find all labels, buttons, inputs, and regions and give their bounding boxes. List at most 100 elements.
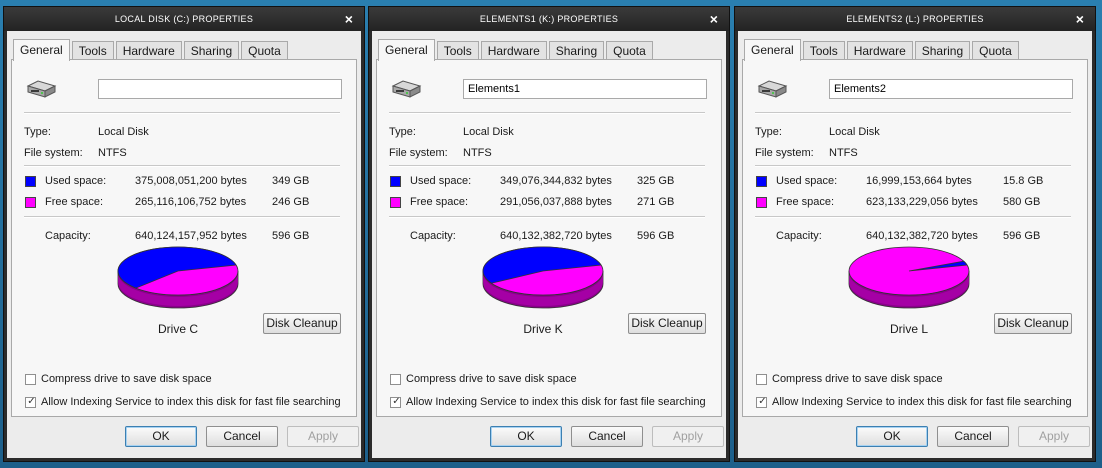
dialog-body: General Tools Hardware Sharing Quota Typ… bbox=[372, 31, 726, 458]
indexing-checkbox[interactable]: ✓ bbox=[25, 396, 36, 408]
disk-usage-pie-chart bbox=[117, 246, 239, 309]
tab-quota[interactable]: Quota bbox=[606, 41, 653, 60]
cancel-button[interactable]: Cancel bbox=[571, 426, 643, 447]
free-space-bytes: 623,133,229,056 bytes bbox=[866, 196, 978, 208]
tab-tools[interactable]: Tools bbox=[802, 41, 845, 60]
tab-hardware[interactable]: Hardware bbox=[480, 41, 547, 60]
tab-strip: General Tools Hardware Sharing Quota bbox=[744, 39, 1021, 61]
capacity-gb: 596 GB bbox=[1003, 230, 1041, 242]
tab-sharing[interactable]: Sharing bbox=[914, 41, 971, 60]
compress-label: Compress drive to save disk space bbox=[772, 373, 943, 385]
apply-button[interactable]: Apply bbox=[1018, 426, 1090, 447]
used-space-bytes: 349,076,344,832 bytes bbox=[500, 175, 612, 187]
capacity-label: Capacity: bbox=[45, 230, 91, 242]
used-space-gb: 15.8 GB bbox=[1003, 175, 1044, 187]
compress-label: Compress drive to save disk space bbox=[406, 373, 577, 385]
ok-button[interactable]: OK bbox=[125, 426, 197, 447]
ok-button[interactable]: OK bbox=[856, 426, 928, 447]
divider bbox=[389, 165, 705, 167]
general-panel: Type: Local Disk File system: NTFS Used … bbox=[376, 59, 722, 417]
title-bar[interactable]: ELEMENTS1 (K:) PROPERTIES × bbox=[369, 7, 729, 31]
free-space-swatch bbox=[390, 197, 401, 208]
capacity-bytes: 640,132,382,720 bytes bbox=[500, 230, 612, 242]
free-space-label: Free space: bbox=[776, 196, 835, 208]
drive-caption: Drive K bbox=[523, 322, 563, 336]
close-icon[interactable]: × bbox=[1073, 7, 1087, 31]
tab-general[interactable]: General bbox=[378, 39, 435, 61]
tab-quota[interactable]: Quota bbox=[241, 41, 288, 60]
free-space-gb: 580 GB bbox=[1003, 196, 1041, 208]
hard-drive-icon bbox=[757, 80, 788, 98]
tab-sharing[interactable]: Sharing bbox=[183, 41, 240, 60]
free-space-gb: 271 GB bbox=[637, 196, 675, 208]
cancel-button[interactable]: Cancel bbox=[937, 426, 1009, 447]
tab-quota[interactable]: Quota bbox=[972, 41, 1019, 60]
close-icon[interactable]: × bbox=[707, 7, 721, 31]
close-icon[interactable]: × bbox=[342, 7, 356, 31]
disk-cleanup-button[interactable]: Disk Cleanup bbox=[263, 313, 341, 334]
volume-label-input[interactable] bbox=[829, 79, 1073, 99]
checkmark-icon: ✓ bbox=[758, 396, 767, 407]
indexing-label: Allow Indexing Service to index this dis… bbox=[41, 396, 341, 408]
apply-button[interactable]: Apply bbox=[652, 426, 724, 447]
ok-button[interactable]: OK bbox=[490, 426, 562, 447]
compress-checkbox[interactable] bbox=[25, 374, 36, 385]
used-space-swatch bbox=[756, 176, 767, 187]
compress-checkbox[interactable] bbox=[756, 374, 767, 385]
file-system-value: NTFS bbox=[98, 147, 127, 159]
used-space-swatch bbox=[390, 176, 401, 187]
title-bar[interactable]: ELEMENTS2 (L:) PROPERTIES × bbox=[735, 7, 1095, 31]
file-system-value: NTFS bbox=[829, 147, 858, 159]
disk-cleanup-button[interactable]: Disk Cleanup bbox=[994, 313, 1072, 334]
compress-checkbox[interactable] bbox=[390, 374, 401, 385]
tab-general[interactable]: General bbox=[744, 39, 801, 61]
dialog-body: General Tools Hardware Sharing Quota Typ… bbox=[7, 31, 361, 458]
capacity-label: Capacity: bbox=[410, 230, 456, 242]
file-system-label: File system: bbox=[755, 147, 814, 159]
tab-hardware[interactable]: Hardware bbox=[846, 41, 913, 60]
type-label: Type: bbox=[389, 126, 416, 138]
used-space-label: Used space: bbox=[410, 175, 472, 187]
divider bbox=[755, 165, 1071, 167]
used-space-bytes: 16,999,153,664 bytes bbox=[866, 175, 972, 187]
apply-button[interactable]: Apply bbox=[287, 426, 359, 447]
tab-strip: General Tools Hardware Sharing Quota bbox=[378, 39, 655, 61]
tab-tools[interactable]: Tools bbox=[71, 41, 114, 60]
type-label: Type: bbox=[755, 126, 782, 138]
used-space-gb: 349 GB bbox=[272, 175, 310, 187]
general-panel: Type: Local Disk File system: NTFS Used … bbox=[11, 59, 357, 417]
tab-sharing[interactable]: Sharing bbox=[548, 41, 605, 60]
free-space-label: Free space: bbox=[45, 196, 104, 208]
tab-hardware[interactable]: Hardware bbox=[115, 41, 182, 60]
used-space-bytes: 375,008,051,200 bytes bbox=[135, 175, 247, 187]
volume-label-input[interactable] bbox=[98, 79, 342, 99]
type-value: Local Disk bbox=[829, 126, 880, 138]
indexing-label: Allow Indexing Service to index this dis… bbox=[406, 396, 706, 408]
tab-general[interactable]: General bbox=[13, 39, 70, 61]
properties-dialog: LOCAL DISK (C:) PROPERTIES × General Too… bbox=[3, 6, 365, 462]
used-space-label: Used space: bbox=[776, 175, 838, 187]
indexing-checkbox[interactable]: ✓ bbox=[756, 396, 767, 408]
indexing-checkbox[interactable]: ✓ bbox=[390, 396, 401, 408]
type-label: Type: bbox=[24, 126, 51, 138]
cancel-button[interactable]: Cancel bbox=[206, 426, 278, 447]
compress-label: Compress drive to save disk space bbox=[41, 373, 212, 385]
disk-cleanup-button[interactable]: Disk Cleanup bbox=[628, 313, 706, 334]
drive-caption: Drive L bbox=[889, 322, 928, 336]
properties-dialog: ELEMENTS2 (L:) PROPERTIES × General Tool… bbox=[734, 6, 1096, 462]
free-space-label: Free space: bbox=[410, 196, 469, 208]
tab-strip: General Tools Hardware Sharing Quota bbox=[13, 39, 290, 61]
capacity-gb: 596 GB bbox=[272, 230, 310, 242]
divider bbox=[755, 112, 1071, 114]
tab-tools[interactable]: Tools bbox=[436, 41, 479, 60]
type-value: Local Disk bbox=[463, 126, 514, 138]
title-bar[interactable]: LOCAL DISK (C:) PROPERTIES × bbox=[4, 7, 364, 31]
used-space-swatch bbox=[25, 176, 36, 187]
volume-label-input[interactable] bbox=[463, 79, 707, 99]
properties-dialog: ELEMENTS1 (K:) PROPERTIES × General Tool… bbox=[368, 6, 730, 462]
capacity-label: Capacity: bbox=[776, 230, 822, 242]
general-panel: Type: Local Disk File system: NTFS Used … bbox=[742, 59, 1088, 417]
window-title: ELEMENTS1 (K:) PROPERTIES bbox=[479, 14, 619, 24]
window-title: ELEMENTS2 (L:) PROPERTIES bbox=[846, 14, 984, 24]
capacity-gb: 596 GB bbox=[637, 230, 675, 242]
